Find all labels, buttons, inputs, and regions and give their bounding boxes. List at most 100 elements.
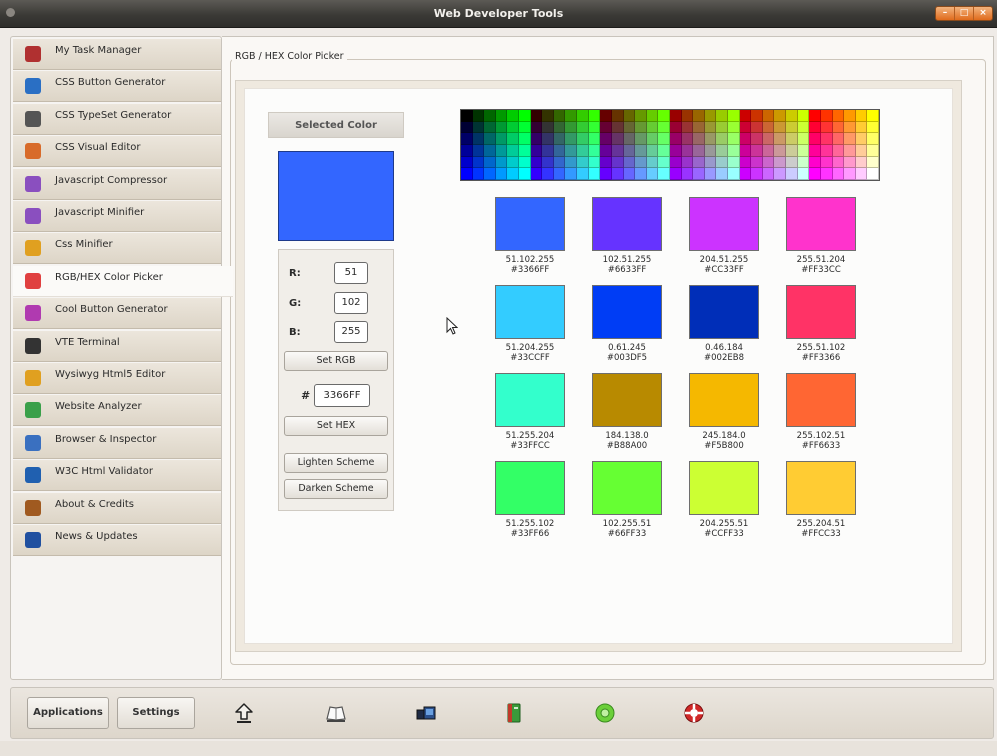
palette-cell[interactable] [658,156,670,169]
palette-cell[interactable] [600,168,612,180]
palette-cell[interactable] [739,133,752,145]
palette-cell[interactable] [588,156,601,169]
swatch-color-box[interactable] [495,373,565,427]
palette-cell[interactable] [728,145,740,157]
palette-cell[interactable] [635,110,647,122]
palette-cell[interactable] [553,110,566,122]
palette-cell[interactable] [844,156,856,169]
palette-cell[interactable] [472,145,485,157]
palette-cell[interactable] [519,168,531,180]
palette-cell[interactable] [832,156,845,169]
swatch-color-box[interactable] [786,461,856,515]
palette-cell[interactable] [867,133,879,145]
palette-cell[interactable] [542,156,554,169]
swatch-color-box[interactable] [592,373,662,427]
lighten-scheme-button[interactable]: Lighten Scheme [284,453,388,473]
palette-cell[interactable] [774,145,787,157]
palette-cell[interactable] [820,133,833,145]
palette-cell[interactable] [809,121,821,134]
palette-cell[interactable] [635,121,647,134]
palette-cell[interactable] [716,110,729,122]
palette-cell[interactable] [786,145,798,157]
scheme-swatch[interactable]: 255.102.51 #FF6633 [776,373,866,451]
palette-cell[interactable] [797,110,810,122]
palette-cell[interactable] [588,121,601,134]
palette-cell[interactable] [693,121,705,134]
palette-cell[interactable] [623,156,636,169]
palette-cell[interactable] [693,145,705,157]
palette-cell[interactable] [728,168,740,180]
applications-button[interactable]: Applications [27,697,109,729]
palette-cell[interactable] [716,145,729,157]
palette-cell[interactable] [565,133,578,145]
palette-cell[interactable] [577,168,589,180]
palette-cell[interactable] [809,156,821,169]
palette-cell[interactable] [774,121,787,134]
swatch-color-box[interactable] [495,197,565,251]
palette-cell[interactable] [565,121,578,134]
hex-input[interactable]: 3366FF [314,384,370,407]
palette-cell[interactable] [542,133,554,145]
palette-cell[interactable] [611,133,624,145]
palette-cell[interactable] [530,156,543,169]
sidebar-item[interactable]: Wysiwyg Html5 Editor [13,363,221,394]
sidebar-item[interactable]: CSS Button Generator [13,71,221,103]
swatch-color-box[interactable] [786,197,856,251]
palette-cell[interactable] [762,168,775,180]
palette-cell[interactable] [577,145,589,157]
swatch-color-box[interactable] [689,373,759,427]
palette-cell[interactable] [762,156,775,169]
palette-cell[interactable] [542,110,554,122]
palette-cell[interactable] [519,121,531,134]
palette-cell[interactable] [809,133,821,145]
palette-cell[interactable] [728,110,740,122]
palette-cell[interactable] [774,133,787,145]
upload-arrow-icon[interactable] [233,702,255,724]
swatch-color-box[interactable] [495,461,565,515]
palette-cell[interactable] [565,110,578,122]
sidebar-item[interactable]: Css Minifier [13,233,221,265]
set-hex-button[interactable]: Set HEX [284,416,388,436]
b-input[interactable]: 255 [334,321,368,343]
palette-cell[interactable] [646,110,659,122]
sidebar-item[interactable]: Cool Button Generator [13,298,221,330]
palette-cell[interactable] [635,145,647,157]
palette-cell[interactable] [681,145,694,157]
palette-cell[interactable] [669,133,682,145]
scheme-swatch[interactable]: 51.102.255 #3366FF [485,197,575,275]
palette-cell[interactable] [739,168,752,180]
palette-cell[interactable] [693,133,705,145]
palette-cell[interactable] [681,168,694,180]
scheme-swatch[interactable]: 245.184.0 #F5B800 [679,373,769,451]
palette-cell[interactable] [658,121,670,134]
scheme-swatch[interactable]: 102.51.255 #6633FF [582,197,672,275]
swatch-color-box[interactable] [592,197,662,251]
palette-cell[interactable] [669,156,682,169]
palette-cell[interactable] [658,133,670,145]
palette-cell[interactable] [553,133,566,145]
palette-cell[interactable] [472,156,485,169]
palette-cell[interactable] [623,121,636,134]
palette-cell[interactable] [484,121,496,134]
palette-cell[interactable] [495,133,508,145]
palette-cell[interactable] [461,145,473,157]
palette-cell[interactable] [635,168,647,180]
palette-cell[interactable] [844,133,856,145]
palette-cell[interactable] [519,133,531,145]
scheme-swatch[interactable]: 0.61.245 #003DF5 [582,285,672,363]
swatch-color-box[interactable] [689,197,759,251]
monitor-icon[interactable] [415,702,437,724]
palette-cell[interactable] [623,110,636,122]
palette-cell[interactable] [762,110,775,122]
scheme-swatch[interactable]: 255.204.51 #FFCC33 [776,461,866,539]
sidebar-item[interactable]: My Task Manager [13,39,221,70]
palette-cell[interactable] [519,145,531,157]
palette-cell[interactable] [553,156,566,169]
palette-cell[interactable] [739,156,752,169]
set-rgb-button[interactable]: Set RGB [284,351,388,371]
palette-cell[interactable] [472,168,485,180]
scheme-swatch[interactable]: 204.255.51 #CCFF33 [679,461,769,539]
palette-cell[interactable] [797,133,810,145]
g-input[interactable]: 102 [334,292,368,314]
minimize-button[interactable]: – [936,7,954,20]
